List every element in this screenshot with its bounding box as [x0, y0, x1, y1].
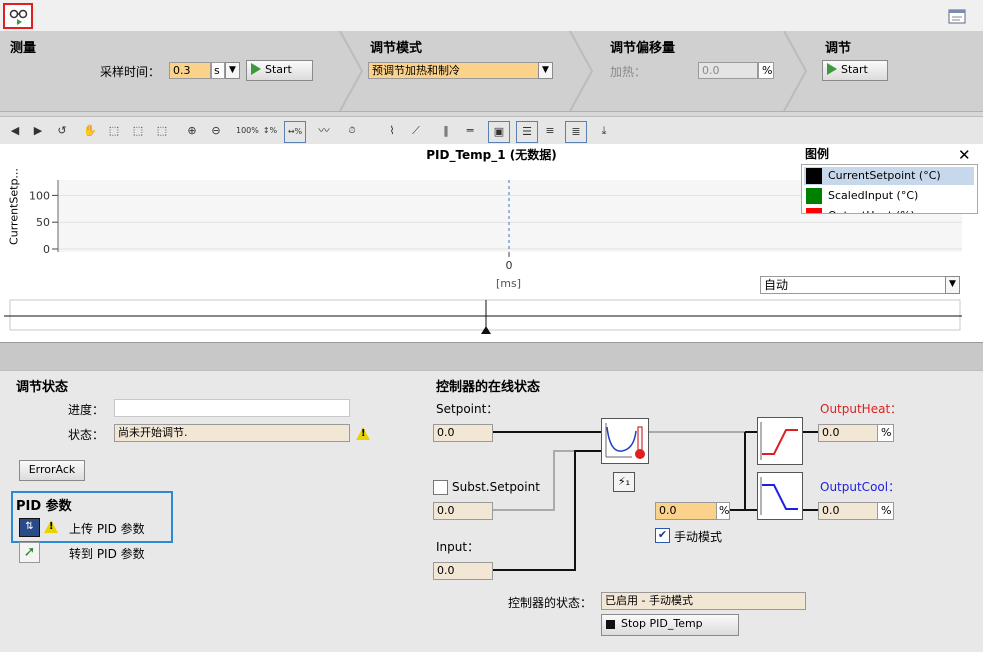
- time-axis-icon[interactable]: ⏱: [342, 121, 362, 141]
- line-chart-icon[interactable]: ⌇: [382, 121, 402, 141]
- stop-icon: [606, 619, 615, 629]
- controller-state-value: 已启用 - 手动模式: [601, 592, 806, 610]
- offset-step-title: 调节偏移量: [610, 41, 676, 56]
- reset-view-icon[interactable]: ↺: [52, 121, 72, 141]
- chart-toolbar: ◀ ▶ ↺ ✋ ⬚ ⬚ ⬚ ⊕ ⊖ 100% ↕% ↔% 〰 ⏱ ⌇ ⟋ ‖ ═…: [0, 116, 983, 145]
- horizontal-cursors-icon[interactable]: ═: [460, 121, 480, 141]
- x-axis-unit: [ms]: [496, 277, 522, 290]
- legend-item[interactable]: CurrentSetpoint (°C): [804, 167, 974, 185]
- zoom-in-icon[interactable]: ⊕: [182, 121, 202, 141]
- output-heat-label: OutputHeat：: [820, 402, 903, 416]
- lower-panel: 调节状态 进度： 状态： 尚未开始调节. ErrorAck PID 参数 ⇅ 上…: [0, 370, 983, 652]
- zoom-x-icon[interactable]: ⬚: [128, 121, 148, 141]
- trend-icon[interactable]: ⟋: [406, 121, 426, 141]
- subst-setpoint-checkbox[interactable]: [433, 480, 448, 495]
- legend-label: ScaledInput (°C): [828, 189, 919, 202]
- legend-title: 图例: [805, 147, 830, 161]
- legend-list-icon[interactable]: ☰: [516, 121, 538, 143]
- back-icon[interactable]: ◀: [5, 121, 25, 141]
- mode-dropdown-arrow[interactable]: ▼: [538, 62, 553, 79]
- table-icon[interactable]: ≣: [565, 121, 587, 143]
- pan-icon[interactable]: ✋: [80, 121, 100, 141]
- tune-start-button[interactable]: Start: [822, 60, 888, 81]
- sample-time-input[interactable]: 0.3: [169, 62, 211, 79]
- export-icon[interactable]: ⤓: [594, 121, 614, 141]
- manual-mode-label: 手动模式: [674, 530, 723, 544]
- forward-icon[interactable]: ▶: [28, 121, 48, 141]
- window-settings-icon[interactable]: [948, 9, 966, 25]
- legend-panel: CurrentSetpoint (°C) ScaledInput (°C) Outp…: [801, 164, 978, 214]
- setpoint-label: Setpoint：: [436, 402, 499, 416]
- output-cool-value: 0.0: [818, 502, 878, 520]
- legend-swatch: [806, 188, 822, 204]
- output-heat-unit: %: [877, 424, 894, 442]
- play-icon: [827, 63, 837, 75]
- tuning-workflow: 测量 采样时间： 0.3 s ▼ Start 调节模式 预调节加热和制冷 ▼ 调…: [0, 31, 983, 111]
- output-heat-value: 0.0: [818, 424, 878, 442]
- input-value: 0.0: [433, 562, 493, 580]
- zoom-100-icon[interactable]: 100%: [236, 121, 259, 141]
- tune-start-label: Start: [841, 63, 868, 76]
- subst-setpoint-label: Subst.Setpoint: [452, 480, 540, 494]
- legend-swatch: [806, 208, 822, 213]
- zoom-y-icon[interactable]: ⬚: [152, 121, 172, 141]
- setpoint-value: 0.0: [433, 424, 493, 442]
- chart-mode-select[interactable]: 自动: [760, 276, 946, 294]
- input-label: Input：: [436, 540, 480, 554]
- zoom-y-100-icon[interactable]: ↕%: [260, 121, 280, 141]
- tune-step-title: 调节: [825, 41, 852, 56]
- middle-splitter[interactable]: [0, 342, 983, 371]
- y-tick-label: 100: [29, 189, 50, 202]
- snapshot-icon[interactable]: ▣: [488, 121, 510, 143]
- manual-unit: %: [716, 502, 730, 520]
- x-tick-label: 0: [506, 259, 513, 272]
- legend-label: CurrentSetpoint (°C): [828, 169, 941, 182]
- vertical-cursors-icon[interactable]: ‖: [436, 121, 456, 141]
- tuning-mode-select[interactable]: 预调节加热和制冷: [368, 62, 539, 79]
- zoom-x-100-icon[interactable]: ↔%: [284, 121, 306, 143]
- pid-controller-icon: [601, 418, 649, 464]
- offset-value-input: 0.0: [698, 62, 758, 79]
- top-strip: [0, 0, 983, 32]
- sample-time-unit: s: [211, 62, 225, 79]
- y-tick-label: 0: [43, 243, 50, 256]
- output-cool-unit: %: [877, 502, 894, 520]
- legend-label: OutputHeat (%): [828, 207, 915, 213]
- glasses-monitor-icon[interactable]: [3, 3, 33, 29]
- legend-item[interactable]: ScaledInput (°C): [804, 187, 974, 205]
- measure-step-title: 测量: [10, 41, 37, 56]
- offset-heat-label: 加热：: [610, 65, 647, 79]
- legend-item[interactable]: OutputHeat (%): [804, 207, 974, 213]
- align-left-icon[interactable]: ≡: [540, 121, 560, 141]
- legend-swatch: [806, 168, 822, 184]
- tuning-parameters-icon[interactable]: ⚡₁: [613, 472, 635, 492]
- curve-icon[interactable]: 〰: [314, 121, 334, 141]
- unit-dropdown-arrow[interactable]: ▼: [225, 62, 240, 79]
- stop-pid-button[interactable]: Stop PID_Temp: [601, 614, 739, 636]
- stop-pid-label: Stop PID_Temp: [621, 617, 703, 630]
- manual-value-input[interactable]: 0.0: [655, 502, 717, 520]
- controller-state-label: 控制器的状态：: [508, 596, 593, 610]
- cool-output-block-icon: [757, 472, 803, 520]
- offset-unit: %: [758, 62, 774, 79]
- output-cool-label: OutputCool：: [820, 480, 901, 494]
- measure-start-button[interactable]: Start: [246, 60, 313, 81]
- heat-output-block-icon: [757, 417, 803, 465]
- legend-close-icon[interactable]: ✕: [958, 146, 971, 164]
- measure-start-label: Start: [265, 63, 292, 76]
- mode-step-title: 调节模式: [370, 41, 423, 56]
- zoom-region-icon[interactable]: ⬚: [104, 121, 124, 141]
- play-icon: [251, 63, 261, 75]
- manual-mode-checkbox[interactable]: ✔: [655, 528, 670, 543]
- overview-strip: [9, 299, 961, 331]
- zoom-out-icon[interactable]: ⊖: [206, 121, 226, 141]
- y-tick-label: 50: [36, 216, 50, 229]
- sample-time-label: 采样时间：: [100, 65, 161, 79]
- chart-mode-dropdown-arrow[interactable]: ▼: [945, 276, 960, 294]
- subst-setpoint-value[interactable]: 0.0: [433, 502, 493, 520]
